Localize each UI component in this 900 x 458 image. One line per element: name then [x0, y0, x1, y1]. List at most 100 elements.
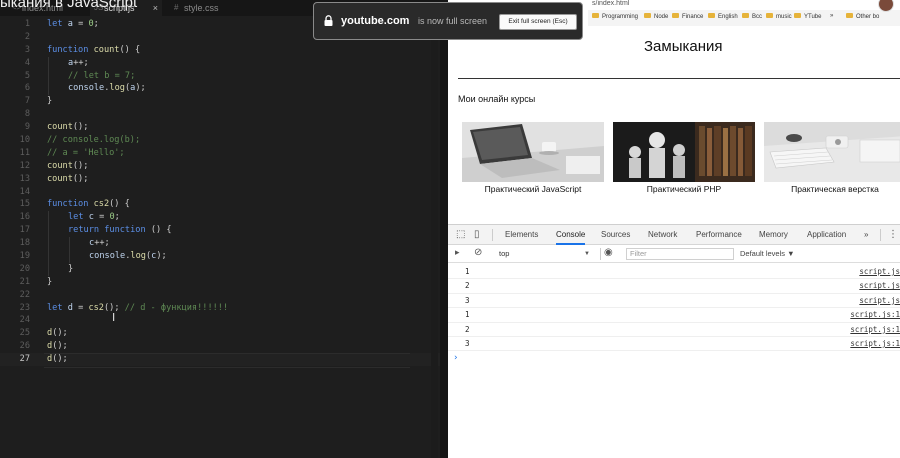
- code-token: function: [104, 225, 146, 236]
- bookmarks-bar: Programming Node Finance English Bcc mus…: [588, 10, 900, 26]
- code-text: return function () {: [68, 224, 172, 237]
- tab-style-css[interactable]: # style.css: [170, 0, 250, 16]
- console-value: 1: [465, 310, 470, 320]
- code-line[interactable]: 26 d();: [0, 340, 440, 353]
- code-line[interactable]: 27 d();: [0, 353, 440, 368]
- console-source-link[interactable]: script.js: [859, 294, 900, 308]
- console-message: 1 script.js:1: [448, 308, 900, 323]
- tab-application[interactable]: Application: [807, 225, 846, 245]
- course-card-php[interactable]: Практический PHP: [613, 122, 755, 204]
- inspect-element-icon[interactable]: ⬚: [456, 229, 465, 240]
- tab-console[interactable]: Console: [556, 225, 586, 245]
- console-value: 2: [465, 324, 470, 334]
- code-text: function cs2() {: [47, 198, 130, 211]
- course-image-library: [613, 122, 755, 182]
- bookmark-english[interactable]: English: [708, 13, 738, 20]
- code-line[interactable]: 19 console.log(c);: [0, 250, 440, 263]
- bookmark-ytube[interactable]: YTube: [794, 13, 821, 20]
- close-icon[interactable]: ×: [153, 0, 158, 16]
- code-token: ();: [72, 173, 89, 184]
- bookmark-programming[interactable]: Programming: [592, 13, 638, 20]
- code-area[interactable]: 1 let a = 0; 2 3 function count() {4 a++; 5// …: [0, 18, 440, 368]
- tab-network[interactable]: Network: [648, 225, 677, 245]
- tab-elements[interactable]: Elements: [505, 225, 538, 245]
- folder-icon: [766, 13, 773, 18]
- line-number: 16: [19, 212, 30, 223]
- browser-window: s/index.html Programming Node Finance En…: [448, 0, 900, 458]
- split-divider[interactable]: [440, 0, 448, 458]
- code-text: d();: [47, 353, 68, 366]
- exit-fullscreen-button[interactable]: Exit full screen (Esc): [499, 14, 577, 30]
- tab-sources[interactable]: Sources: [601, 225, 630, 245]
- code-line[interactable]: 25 d();: [0, 327, 440, 340]
- bookmark-music[interactable]: music: [766, 13, 792, 20]
- bookmark-bcc[interactable]: Bcc: [742, 13, 762, 20]
- more-tabs-icon[interactable]: »: [864, 225, 868, 245]
- code-text: // console.log(b);: [47, 134, 140, 147]
- code-token: =: [93, 212, 110, 223]
- code-line[interactable]: 11 // a = 'Hello';: [0, 147, 440, 160]
- tab-performance[interactable]: Performance: [696, 225, 742, 245]
- code-line[interactable]: 23 let d = cs2(); // d - функция!!!!!!: [0, 302, 440, 315]
- code-line[interactable]: 6 console.log(a);: [0, 82, 440, 96]
- text-cursor-icon: I: [112, 311, 116, 324]
- clear-console-icon[interactable]: ⊘: [474, 247, 482, 258]
- code-line[interactable]: 5 // let b = 7;: [0, 69, 440, 83]
- code-line[interactable]: 9 count();: [0, 121, 440, 134]
- code-line[interactable]: 3 function count() {: [0, 44, 440, 57]
- indent-guide: [48, 82, 49, 96]
- code-text: function count() {: [47, 44, 140, 57]
- course-card-javascript[interactable]: Практический JavaScript: [462, 122, 604, 204]
- address-bar-text[interactable]: s/index.html: [592, 0, 629, 7]
- filter-input[interactable]: Filter: [626, 248, 734, 260]
- code-token: cs2: [88, 302, 104, 313]
- page-title: Замыкания: [644, 38, 723, 55]
- bookmark-other[interactable]: Other bo: [846, 13, 879, 20]
- code-line[interactable]: 17 return function () {: [0, 224, 440, 238]
- folder-icon: [592, 13, 599, 18]
- context-selector[interactable]: top ▼: [496, 248, 592, 260]
- course-card-layout[interactable]: Практическая верстка: [764, 122, 900, 204]
- bookmark-finance[interactable]: Finance: [672, 13, 703, 20]
- device-toolbar-icon[interactable]: ▯: [474, 229, 480, 240]
- console-message: 2 script.js: [448, 279, 900, 294]
- console-source-link[interactable]: script.js:1: [850, 308, 900, 322]
- sidebar-toggle-icon[interactable]: ▸: [455, 248, 460, 258]
- code-line[interactable]: 4 a++;: [0, 56, 440, 70]
- code-token: =: [72, 302, 89, 313]
- indent-guide: [48, 224, 49, 238]
- code-line[interactable]: 18 c++;: [0, 237, 440, 251]
- bookmark-node[interactable]: Node: [644, 13, 668, 20]
- code-line[interactable]: 16 let c = 0;: [0, 211, 440, 225]
- code-line[interactable]: 22: [0, 289, 440, 302]
- console-source-link[interactable]: script.js: [859, 265, 900, 279]
- eye-icon[interactable]: ◉: [604, 247, 613, 258]
- code-line[interactable]: 21}: [0, 276, 440, 289]
- code-line[interactable]: 7}: [0, 95, 440, 108]
- editor-scrollbar[interactable]: [431, 16, 438, 458]
- code-line[interactable]: 10 // console.log(b);: [0, 134, 440, 147]
- course-caption: Практический PHP: [646, 184, 722, 194]
- code-line[interactable]: 14: [0, 186, 440, 199]
- code-token: () {: [145, 225, 172, 236]
- code-line[interactable]: 8: [0, 108, 440, 121]
- console-source-link[interactable]: script.js: [859, 279, 900, 293]
- tab-memory[interactable]: Memory: [759, 225, 788, 245]
- video-title-overlay: ыкания в JavaScript: [0, 0, 138, 11]
- console-prompt-icon[interactable]: ›: [454, 353, 458, 363]
- code-line[interactable]: 15 function cs2() {: [0, 198, 440, 211]
- code-line[interactable]: 12 count();: [0, 160, 440, 173]
- line-number: 14: [19, 186, 30, 197]
- console-source-link[interactable]: script.js:1: [850, 337, 900, 351]
- code-text: count();: [47, 173, 88, 186]
- log-levels-dropdown[interactable]: Default levels ▼: [740, 248, 795, 260]
- code-line[interactable]: 13 count();: [0, 173, 440, 186]
- console-source-link[interactable]: script.js:1: [850, 323, 900, 337]
- more-options-icon[interactable]: ⋮: [888, 229, 898, 240]
- line-number: 2: [24, 31, 30, 42]
- line-number: 23: [19, 302, 30, 313]
- bookmarks-overflow-icon[interactable]: »: [830, 13, 833, 19]
- code-line[interactable]: 20}: [0, 262, 440, 276]
- line-number: 15: [19, 199, 30, 210]
- code-line[interactable]: 24: [0, 314, 440, 327]
